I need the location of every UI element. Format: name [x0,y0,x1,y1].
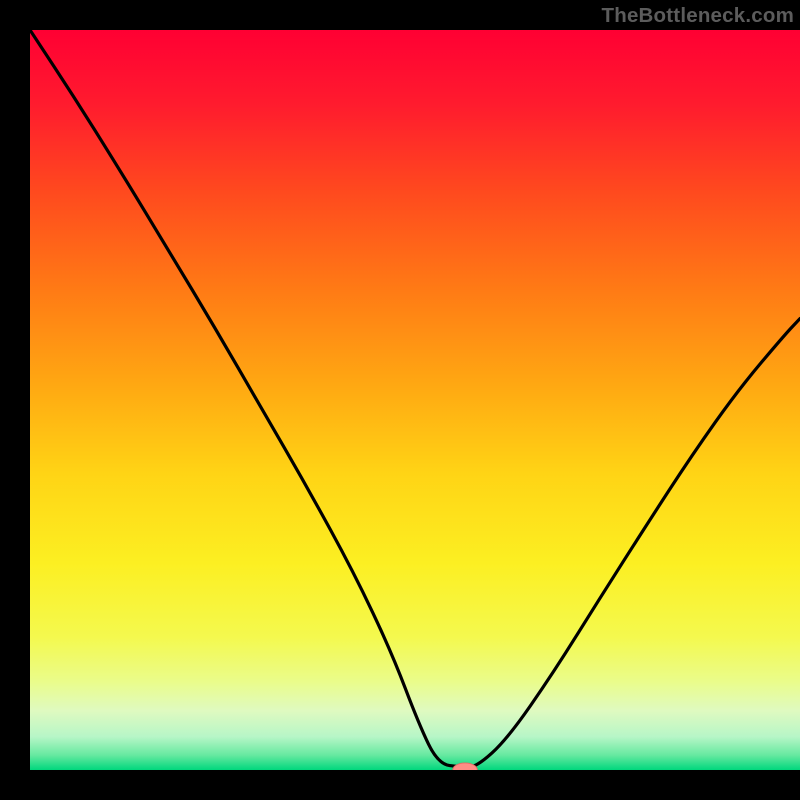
chart-svg [30,30,800,770]
gradient-background [30,30,800,770]
chart-stage: TheBottleneck.com [0,0,800,800]
plot-area [30,30,800,770]
watermark-text: TheBottleneck.com [602,4,795,28]
